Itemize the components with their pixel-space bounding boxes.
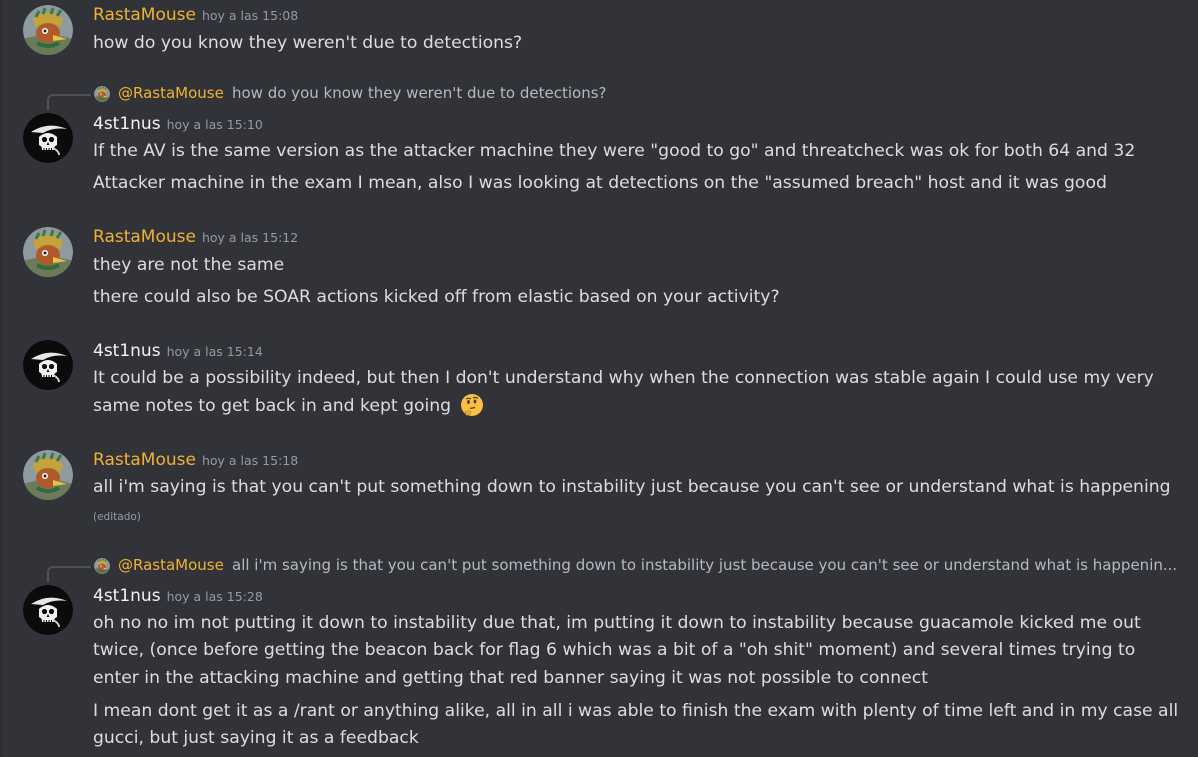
avatar[interactable] [23, 340, 73, 390]
message-text: same notes to get back in and kept going [93, 396, 452, 416]
edited-label: (editado) [93, 511, 141, 523]
message-text: It could be a possibility indeed, but th… [93, 368, 1154, 388]
message-text: enter in the attacking machine and getti… [93, 668, 928, 688]
timestamp[interactable]: hoy a las 15:28 [167, 589, 263, 604]
message-text: oh no no im not putting it down to insta… [93, 613, 1141, 633]
message-text: all i'm saying is that you can't put som… [93, 477, 1171, 497]
message-text: I mean dont get it as a /rant or anythin… [93, 701, 1179, 721]
reply-text[interactable]: how do you know they weren't due to dete… [232, 84, 607, 102]
timestamp[interactable]: hoy a las 15:12 [202, 230, 298, 245]
username[interactable]: RastaMouse [93, 227, 196, 247]
reply-text[interactable]: all i'm saying is that you can't put som… [232, 556, 1177, 574]
message-header: 4st1nus hoy a las 15:14 [93, 340, 263, 363]
avatar[interactable] [23, 227, 73, 277]
message-text: there could also be SOAR actions kicked … [93, 287, 780, 307]
message-text: Attacker machine in the exam I mean, als… [93, 173, 1107, 193]
username[interactable]: RastaMouse [93, 450, 196, 470]
reply-spine [47, 566, 91, 582]
reply-preview[interactable]: @RastaMouse how do you know they weren't… [0, 83, 1198, 110]
username[interactable]: 4st1nus [93, 586, 161, 606]
avatar[interactable] [23, 5, 73, 55]
message-text: twice, (once before getting the beacon b… [93, 640, 1136, 660]
timestamp[interactable]: hoy a las 15:08 [202, 8, 298, 23]
timestamp[interactable]: hoy a las 15:14 [167, 344, 263, 359]
timestamp[interactable]: hoy a las 15:18 [202, 453, 298, 468]
reply-avatar[interactable] [94, 86, 110, 102]
message-text: how do you know they weren't due to dete… [93, 33, 523, 53]
message-text-with-emoji: same notes to get back in and kept going [93, 392, 484, 426]
reply-author[interactable]: @RastaMouse [118, 556, 224, 574]
message-header: 4st1nus hoy a las 15:10 [93, 113, 263, 136]
message-header: RastaMouse hoy a las 15:12 [93, 226, 298, 249]
reply-spine [47, 94, 91, 110]
chat-message-list: RastaMouse hoy a las 15:08 how do you kno… [0, 0, 1198, 757]
reply-author[interactable]: @RastaMouse [118, 84, 224, 102]
reply-avatar[interactable] [94, 558, 110, 574]
message-header: 4st1nus hoy a las 15:28 [93, 585, 263, 608]
username[interactable]: 4st1nus [93, 341, 161, 361]
message-header: RastaMouse hoy a las 15:18 [93, 449, 298, 472]
thinking-face-icon[interactable] [460, 393, 484, 426]
reply-preview[interactable]: @RastaMouse all i'm saying is that you c… [0, 555, 1198, 582]
username[interactable]: 4st1nus [93, 114, 161, 134]
username[interactable]: RastaMouse [93, 5, 196, 25]
avatar[interactable] [23, 450, 73, 500]
message-text: they are not the same [93, 255, 285, 275]
timestamp[interactable]: hoy a las 15:10 [167, 117, 263, 132]
message-text: gucci, but just saying it as a feedback [93, 728, 419, 748]
channel-divider [0, 0, 2, 757]
message-header: RastaMouse hoy a las 15:08 [93, 4, 298, 27]
avatar[interactable] [23, 113, 73, 163]
message-text: If the AV is the same version as the att… [93, 141, 1136, 161]
avatar[interactable] [23, 585, 73, 635]
